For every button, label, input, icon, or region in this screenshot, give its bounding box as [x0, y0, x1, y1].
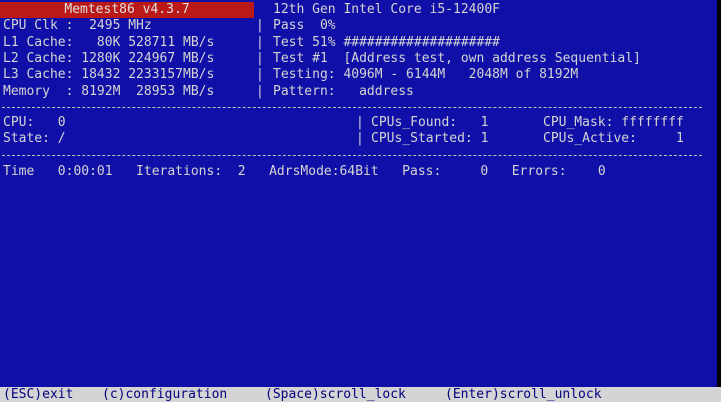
- column-separator: |: [256, 18, 264, 33]
- divider: [2, 155, 702, 156]
- app-title: Memtest86 v4.3.7: [0, 2, 254, 18]
- test-progress: Test 51% ####################: [273, 35, 500, 50]
- column-separator: |: [356, 115, 364, 130]
- scroll-unlock-key[interactable]: (Enter)scroll_unlock: [445, 387, 602, 402]
- cpu-number: CPU: 0: [3, 115, 66, 130]
- l2-cache: L2 Cache: 1280K 224967 MB/s: [3, 51, 215, 66]
- testing-range: Testing: 4096M - 6144M 2048M of 8192M: [273, 67, 579, 82]
- column-separator: |: [356, 131, 364, 146]
- cpu-state: State: /: [3, 131, 66, 146]
- cpus-started: CPUs_Started: 1: [371, 131, 489, 146]
- esc-exit-key[interactable]: (ESC)exit: [3, 387, 73, 402]
- cpu-mask: CPU_Mask: ffffffff: [543, 115, 684, 130]
- memory-info: Memory : 8192M 28953 MB/s: [3, 84, 215, 99]
- divider: [2, 107, 702, 108]
- status-line: Time 0:00:01 Iterations: 2 AdrsMode:64Bi…: [3, 164, 606, 179]
- cpus-active: CPUs_Active: 1: [543, 131, 684, 146]
- current-test: Test #1 [Address test, own address Seque…: [273, 51, 641, 66]
- cpu-model: 12th Gen Intel Core i5-12400F: [273, 2, 500, 17]
- main-panel: Memtest86 v4.3.7 12th Gen Intel Core i5-…: [0, 0, 717, 387]
- l1-cache: L1 Cache: 80K 528711 MB/s: [3, 35, 215, 50]
- column-separator: |: [256, 84, 264, 99]
- column-separator: |: [256, 35, 264, 50]
- pass-progress: Pass 0%: [273, 18, 336, 33]
- column-separator: |: [256, 51, 264, 66]
- column-separator: |: [256, 67, 264, 82]
- cpu-clock: CPU Clk : 2495 MHz: [3, 18, 152, 33]
- key-help-bar: (ESC)exit (c)configuration (Space)scroll…: [0, 387, 721, 402]
- configuration-key[interactable]: (c)configuration: [102, 387, 227, 402]
- cpus-found: CPUs_Found: 1: [371, 115, 489, 130]
- test-pattern: Pattern: address: [273, 84, 414, 99]
- scroll-lock-key[interactable]: (Space)scroll_lock: [265, 387, 406, 402]
- memtest-screen: Memtest86 v4.3.7 12th Gen Intel Core i5-…: [0, 0, 721, 402]
- l3-cache: L3 Cache: 18432 2233157MB/s: [3, 67, 215, 82]
